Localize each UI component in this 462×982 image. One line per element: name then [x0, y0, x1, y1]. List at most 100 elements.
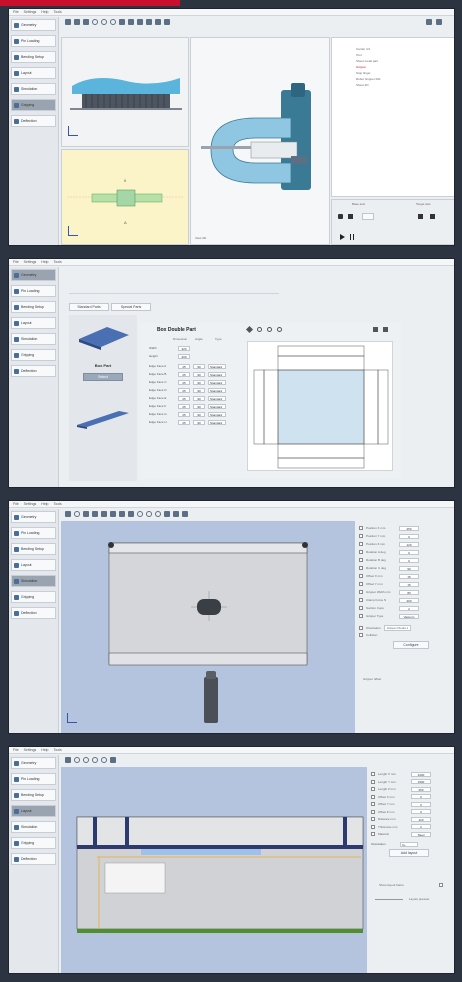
play-icon[interactable] — [340, 234, 345, 240]
parameter-checkbox[interactable] — [371, 787, 375, 791]
parameter-input[interactable]: 250 — [399, 525, 419, 531]
sidebar-item-simulation[interactable]: Simulation — [11, 575, 56, 587]
gripper-viewport[interactable] — [61, 521, 355, 733]
sidebar-item-geometry[interactable]: Geometry — [11, 19, 56, 31]
zoom-in-icon[interactable] — [267, 327, 272, 332]
zoom-in-icon[interactable] — [146, 511, 152, 517]
help-icon[interactable] — [436, 19, 442, 25]
parameter-checkbox[interactable] — [371, 802, 375, 806]
sidebar-item-layout[interactable]: Layout — [11, 559, 56, 571]
edge-angle-input[interactable]: 90 — [193, 363, 205, 369]
sidebar-item-deflection[interactable]: Deflection — [11, 853, 56, 865]
parameter-checkbox[interactable] — [359, 606, 363, 610]
edge-angle-input[interactable]: 90 — [193, 387, 205, 393]
sidebar-item-pin-loading[interactable]: Pin Loading — [11, 35, 56, 47]
target-icon[interactable] — [74, 757, 80, 763]
parameter-input[interactable]: 0 — [399, 533, 419, 539]
lock-icon[interactable] — [338, 214, 343, 219]
edge-type-select[interactable]: Standard — [208, 387, 226, 393]
parameter-checkbox[interactable] — [359, 526, 363, 530]
edge-angle-input[interactable]: 90 — [193, 395, 205, 401]
zoom-fit-icon[interactable] — [83, 757, 89, 763]
parameter-checkbox[interactable] — [371, 794, 375, 799]
zoom-fit-icon[interactable] — [137, 511, 143, 517]
tab-special-parts[interactable]: Special Parts — [111, 303, 151, 311]
edit-icon[interactable] — [245, 325, 254, 334]
gripper-model-select[interactable]: Gripper Model 1 — [383, 625, 412, 631]
point-icon[interactable] — [83, 511, 89, 517]
edge-dimension-input[interactable]: 25 — [178, 371, 190, 377]
pan-icon[interactable] — [137, 19, 143, 25]
zoom-out-icon[interactable] — [277, 327, 282, 332]
parameter-checkbox[interactable] — [371, 832, 375, 836]
menu-file[interactable]: File — [13, 260, 19, 264]
parameter-input[interactable]: 250 — [411, 786, 431, 792]
menu-file[interactable]: File — [13, 10, 19, 14]
sidebar-item-simulation[interactable]: Simulation — [11, 821, 56, 833]
menu-help[interactable]: Help — [41, 502, 48, 506]
menu-help[interactable]: Help — [41, 260, 48, 264]
parameter-checkbox[interactable] — [359, 542, 363, 546]
sidebar-item-bending-setup[interactable]: Bending Setup — [11, 789, 56, 801]
edge-type-select[interactable]: Standard — [208, 395, 226, 401]
menu-tools[interactable]: Tools — [54, 748, 62, 752]
width-input[interactable]: 320 — [178, 345, 190, 351]
sidebar-item-geometry[interactable]: Geometry — [11, 757, 56, 769]
parameter-checkbox[interactable] — [359, 590, 363, 594]
zoom-in-icon[interactable] — [92, 757, 98, 763]
sidebar-item-layout[interactable]: Layout — [11, 317, 56, 329]
edge-angle-input[interactable]: 90 — [193, 419, 205, 425]
parameter-input[interactable]: 90 — [399, 565, 419, 571]
layout-viewport[interactable] — [61, 767, 367, 973]
parameter-checkbox[interactable] — [359, 614, 363, 618]
parameter-checkbox[interactable] — [359, 582, 363, 586]
parameter-input[interactable]: Vacuum — [399, 613, 419, 619]
sidebar-item-pin-loading[interactable]: Pin Loading — [11, 527, 56, 539]
parameter-input[interactable]: 2 — [411, 824, 431, 829]
menu-settings[interactable]: Settings — [24, 748, 37, 752]
edit-icon[interactable] — [110, 757, 116, 763]
parameter-checkbox[interactable] — [359, 574, 363, 578]
parameter-checkbox[interactable] — [371, 779, 375, 784]
edge-dimension-input[interactable]: 25 — [178, 379, 190, 385]
sidebar-item-layout[interactable]: Layout — [11, 67, 56, 79]
parameter-input[interactable]: 0 — [399, 549, 419, 555]
box-part-thumb[interactable] — [75, 321, 131, 351]
orientation-checkbox[interactable] — [359, 626, 363, 630]
edge-angle-input[interactable]: 90 — [193, 379, 205, 385]
view-top-icon[interactable] — [155, 19, 161, 25]
target-icon[interactable] — [74, 511, 80, 517]
edge-type-select[interactable]: Standard — [208, 411, 226, 417]
sidebar-item-bending-setup[interactable]: Bending Setup — [11, 51, 56, 63]
orientation-select[interactable]: X+ — [400, 841, 418, 847]
parameter-input[interactable]: Steel — [411, 831, 431, 837]
save-icon[interactable] — [373, 327, 378, 332]
show-frame-checkbox[interactable] — [439, 883, 443, 887]
edge-dimension-input[interactable]: 25 — [178, 363, 190, 369]
side-view-viewport[interactable] — [61, 37, 189, 147]
parameter-checkbox[interactable] — [371, 772, 375, 776]
grid-icon[interactable] — [128, 511, 134, 517]
parameter-input[interactable]: 120 — [399, 541, 419, 547]
edge-angle-input[interactable]: 90 — [193, 403, 205, 409]
select-part-button[interactable]: Select — [83, 373, 123, 381]
parameter-checkbox[interactable] — [359, 558, 363, 562]
sidebar-item-deflection[interactable]: Deflection — [11, 607, 56, 619]
parameter-input[interactable]: 0 — [399, 557, 419, 563]
move-icon[interactable] — [101, 511, 107, 517]
home-icon[interactable] — [65, 19, 71, 25]
edge-dimension-input[interactable]: 25 — [178, 395, 190, 401]
view-front-icon[interactable] — [146, 19, 152, 25]
ruler-icon[interactable] — [119, 511, 125, 517]
edge-angle-input[interactable]: 90 — [193, 411, 205, 417]
zoom-in-icon[interactable] — [101, 19, 107, 25]
menu-help[interactable]: Help — [41, 10, 48, 14]
settings-icon[interactable] — [426, 19, 432, 25]
sidebar-item-pin-loading[interactable]: Pin Loading — [11, 773, 56, 785]
configure-button[interactable]: Configure — [393, 641, 429, 649]
edge-angle-input[interactable]: 90 — [193, 371, 205, 377]
copy-icon[interactable] — [173, 511, 179, 517]
menu-settings[interactable]: Settings — [24, 502, 37, 506]
edge-dimension-input[interactable]: 25 — [178, 419, 190, 425]
parameter-input[interactable]: 3200 — [411, 771, 431, 777]
